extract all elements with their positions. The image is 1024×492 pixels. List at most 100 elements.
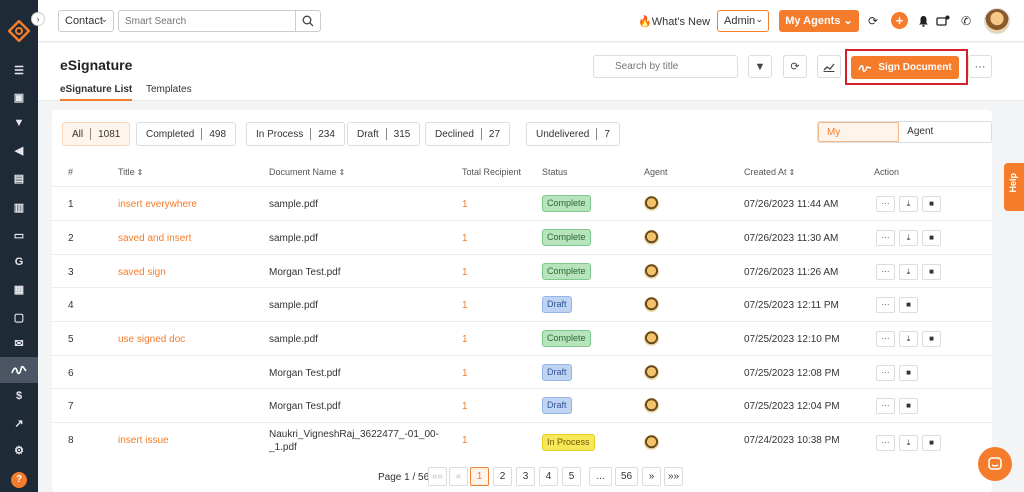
settings-icon[interactable]: ⚙	[9, 440, 29, 460]
help-circle-icon[interactable]: ?	[11, 472, 27, 488]
sort-icon[interactable]: ⇕	[339, 168, 346, 177]
delete-icon[interactable]: ■	[899, 297, 918, 313]
user-avatar[interactable]	[984, 8, 1010, 34]
total-recipient-link[interactable]: 1	[462, 401, 468, 412]
more-actions-icon[interactable]: ···	[876, 230, 895, 246]
refresh-button[interactable]: ⟳	[783, 55, 807, 78]
chart-button[interactable]	[817, 55, 841, 78]
message-notification-icon[interactable]	[934, 12, 952, 30]
page-button[interactable]: 4	[539, 467, 558, 486]
document-title-link[interactable]: saved sign	[118, 267, 166, 278]
page-button[interactable]: 3	[516, 467, 535, 486]
whats-new-link[interactable]: 🔥What's New	[638, 15, 710, 28]
download-icon[interactable]: ⤓	[899, 264, 918, 280]
total-recipient-link[interactable]: 1	[462, 199, 468, 210]
page-button[interactable]: »	[642, 467, 661, 486]
divider	[90, 128, 92, 140]
filter-completed[interactable]: Completed 498	[136, 122, 237, 146]
more-actions-icon[interactable]: ···	[876, 331, 895, 347]
sort-icon[interactable]: ⇕	[137, 168, 144, 177]
document-icon[interactable]: ▤	[9, 168, 29, 188]
add-icon[interactable]: +	[891, 12, 908, 29]
megaphone-icon[interactable]: ◀	[9, 140, 29, 160]
delete-icon[interactable]: ■	[922, 196, 941, 212]
search-button[interactable]	[295, 10, 321, 32]
more-options-button[interactable]: ···	[968, 55, 992, 78]
download-icon[interactable]: ⤓	[899, 196, 918, 212]
app-logo-icon[interactable]	[8, 20, 30, 42]
more-actions-icon[interactable]: ···	[876, 297, 895, 313]
delete-icon[interactable]: ■	[899, 398, 918, 414]
search-by-title-input[interactable]	[593, 55, 738, 78]
page-button[interactable]: «	[449, 467, 468, 486]
total-recipient-link[interactable]: 1	[462, 368, 468, 379]
total-recipient-link[interactable]: 1	[462, 334, 468, 345]
tab-templates[interactable]: Templates	[146, 84, 192, 99]
page-button[interactable]: ««	[428, 467, 448, 486]
total-recipient-link[interactable]: 1	[462, 300, 468, 311]
esignature-icon[interactable]	[0, 357, 38, 383]
agent-signatures-button[interactable]: Agent Signatures	[899, 122, 991, 142]
filter-button[interactable]: ▼	[748, 55, 772, 78]
my-agents-button[interactable]: My Agents ⌄	[779, 10, 859, 32]
trend-icon[interactable]: ↗	[9, 413, 29, 433]
sign-document-button[interactable]: Sign Document	[851, 56, 959, 79]
funnel-icon[interactable]: ▼	[9, 113, 29, 133]
download-icon[interactable]: ⤓	[899, 435, 918, 451]
sidebar-toggle-chevron-icon[interactable]: ›	[31, 12, 45, 26]
calculator-icon[interactable]: ▦	[9, 279, 29, 299]
chat-button[interactable]	[978, 447, 1012, 481]
more-actions-icon[interactable]: ···	[876, 196, 895, 212]
more-actions-icon[interactable]: ···	[876, 398, 895, 414]
more-actions-icon[interactable]: ···	[876, 365, 895, 381]
delete-icon[interactable]: ■	[899, 365, 918, 381]
more-actions-icon[interactable]: ···	[876, 264, 895, 280]
filter-draft[interactable]: Draft 315	[347, 122, 421, 146]
page-button[interactable]: 2	[493, 467, 512, 486]
folder-icon[interactable]: ▭	[9, 225, 29, 245]
download-icon[interactable]: ⤓	[899, 230, 918, 246]
page-button[interactable]: 5	[562, 467, 581, 486]
admin-dropdown[interactable]: Admin ⌄	[717, 10, 769, 32]
bar-chart-icon[interactable]: ▥	[9, 197, 29, 217]
column-header-created-at[interactable]: Created At ⇕	[744, 167, 795, 177]
column-header-title[interactable]: Title ⇕	[118, 167, 143, 177]
total-recipient-link[interactable]: 1	[462, 267, 468, 278]
download-icon[interactable]: ⤓	[899, 331, 918, 347]
page-button[interactable]: 56	[615, 467, 638, 486]
filter-in-process[interactable]: In Process 234	[246, 122, 345, 146]
contacts-icon[interactable]: ▣	[9, 87, 29, 107]
page-button[interactable]: 1	[470, 467, 489, 486]
document-title-link[interactable]: insert everywhere	[118, 199, 197, 210]
document-title-link[interactable]: saved and insert	[118, 233, 191, 244]
google-icon[interactable]: G	[9, 252, 29, 272]
smart-search-input[interactable]	[118, 10, 296, 32]
dollar-icon[interactable]: $	[9, 386, 29, 406]
delete-icon[interactable]: ■	[922, 230, 941, 246]
sort-icon[interactable]: ⇕	[789, 168, 796, 177]
delete-icon[interactable]: ■	[922, 435, 941, 451]
tab-esignature-list[interactable]: eSignature List	[60, 84, 133, 101]
delete-icon[interactable]: ■	[922, 264, 941, 280]
refresh-icon[interactable]: ⟳	[864, 12, 882, 30]
my-signatures-button[interactable]: My Signatures	[818, 122, 900, 142]
filter-all[interactable]: All 1081	[62, 122, 131, 146]
document-title-link[interactable]: insert issue	[118, 435, 169, 446]
bell-icon[interactable]	[914, 12, 932, 30]
phone-icon[interactable]: ✆	[957, 12, 975, 30]
mail-icon[interactable]: ✉	[9, 333, 29, 353]
list-icon[interactable]: ☰	[9, 60, 29, 80]
page-button[interactable]: »»	[664, 467, 684, 486]
total-recipient-link[interactable]: 1	[462, 435, 468, 446]
column-header-document-name[interactable]: Document Name ⇕	[269, 167, 345, 177]
document-title-link[interactable]: use signed doc	[118, 334, 185, 345]
total-recipient-link[interactable]: 1	[462, 233, 468, 244]
page-button[interactable]: ...	[589, 467, 612, 486]
filter-undelivered[interactable]: Undelivered 7	[526, 122, 620, 146]
help-tab[interactable]: Help	[1004, 163, 1024, 211]
more-actions-icon[interactable]: ···	[876, 435, 895, 451]
delete-icon[interactable]: ■	[922, 331, 941, 347]
contact-dropdown[interactable]: Contact ⌄	[58, 10, 114, 32]
filter-declined[interactable]: Declined 27	[425, 122, 511, 146]
calendar-icon[interactable]: ▢	[9, 307, 29, 327]
